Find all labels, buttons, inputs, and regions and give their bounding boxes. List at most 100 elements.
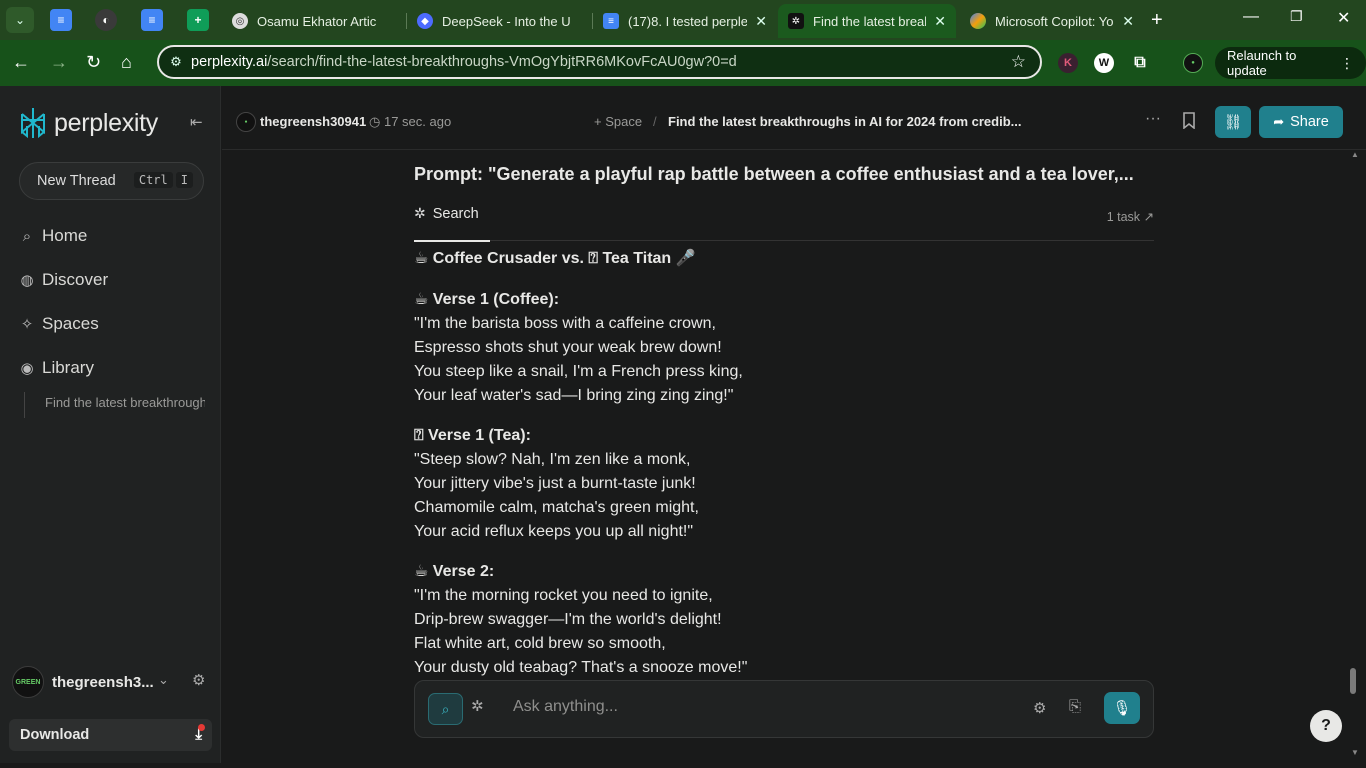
share-arrow-icon: ➦ (1273, 114, 1285, 129)
tab-search[interactable]: ✲ Search (414, 205, 479, 222)
close-tab-icon[interactable]: ✕ (1122, 13, 1134, 30)
perplexity-logo-icon (21, 108, 45, 139)
verse-line: Espresso shots shut your weak brew down! (414, 339, 722, 356)
gear-icon[interactable]: ⚙ (192, 671, 205, 689)
tab-favicon-icon: ◎ (232, 13, 248, 29)
browser-tab-active[interactable]: ✲ Find the latest breakt ✕ (778, 4, 956, 38)
sidebar-item-discover[interactable]: ◍ Discover (18, 270, 108, 290)
close-window-button[interactable]: ✕ (1337, 8, 1350, 28)
reasoning-mode-icon[interactable]: ✲ (471, 697, 484, 715)
answer-tabs: ✲ Search 1 task ↗ (414, 203, 1154, 242)
docs-pinned-tab-icon[interactable]: ≡ (50, 9, 72, 31)
add-to-space-button[interactable]: + Space (594, 114, 642, 129)
answer-heading: ☕ Coffee Crusader vs. ⍰ Tea Titan 🎤 (414, 250, 696, 267)
user-menu[interactable]: GREEN thegreensh3... ⌄ ⚙ (12, 664, 212, 700)
library-thread-link[interactable]: Find the latest breakthroughs in AI for … (45, 395, 205, 410)
url-host: perplexity.ai (191, 54, 268, 70)
sidebar-username: thegreensh3... (52, 673, 154, 691)
collapse-sidebar-icon[interactable]: ⇤ (190, 113, 203, 131)
perplexity-logo[interactable]: perplexity (18, 106, 158, 140)
browser-tab[interactable]: ◆ DeepSeek - Into the U (407, 4, 591, 38)
restore-window-button[interactable]: ❐ (1290, 8, 1303, 25)
verse-line: Your dusty old teabag? That's a snooze m… (414, 659, 748, 676)
library-icon: ◉ (20, 360, 34, 377)
globe-pinned-tab-icon[interactable]: ◐ (95, 9, 117, 31)
verse-line: Your acid reflux keeps you up all night!… (414, 523, 694, 540)
scrollbar-thumb[interactable] (1350, 668, 1356, 694)
browser-tab[interactable]: Microsoft Copilot: Yo ✕ (960, 4, 1144, 38)
active-tab-indicator (414, 240, 490, 242)
docs-pinned-tab-icon-2[interactable]: ≡ (141, 9, 163, 31)
profile-avatar[interactable]: ● (1183, 53, 1203, 73)
new-tab-button[interactable]: + (1151, 9, 1163, 32)
verse-line: Chamomile calm, matcha's green might, (414, 499, 699, 516)
tab-search-button[interactable]: ⌄ (6, 7, 34, 33)
reload-icon[interactable]: ↻ (86, 52, 101, 73)
ask-box: ⌕ ✲ ⚙ ⎘ 🎙 (414, 680, 1154, 738)
relaunch-to-update-button[interactable]: Relaunch to update ⋮ (1215, 47, 1366, 79)
close-tab-icon[interactable]: ✕ (934, 13, 946, 30)
attach-paperclip-icon[interactable]: ⎘ (1069, 698, 1081, 715)
sidebar-item-spaces[interactable]: ✧ Spaces (18, 314, 99, 334)
browser-tab[interactable]: ≡ (17)8. I tested perplex ✕ (593, 4, 777, 38)
microphone-icon: 🎙 (1112, 700, 1132, 717)
help-button[interactable]: ? (1310, 710, 1342, 742)
bookmark-star-icon[interactable]: ☆ (1011, 52, 1026, 72)
thread-author: thegreensh30941 (260, 114, 367, 129)
avatar: GREEN (12, 666, 44, 698)
spaces-icon: ✧ (20, 316, 34, 333)
verse-block: ☕ Verse 2: "I'm the morning rocket you n… (414, 560, 1154, 680)
close-tab-icon[interactable]: ✕ (755, 13, 767, 30)
browser-tab[interactable]: ◎ Osamu Ekhator Artic (222, 4, 406, 38)
query-title: Prompt: "Generate a playful rap battle b… (414, 164, 1134, 184)
logo-wordmark: perplexity (54, 108, 158, 137)
download-button[interactable]: Download ⤓ (9, 719, 212, 751)
search-icon: ⌕ (441, 700, 450, 717)
minimize-window-button[interactable]: — (1243, 8, 1259, 26)
back-arrow-icon[interactable]: ← (12, 52, 30, 73)
verse-title: ☕ Verse 1 (Coffee): (414, 291, 560, 308)
answer-body: ☕ Coffee Crusader vs. ⍰ Tea Titan 🎤 ☕ Ve… (414, 248, 1154, 680)
browser-toolbar: ← → ↻ ⌂ ⚙ perplexity.ai/search/find-the-… (0, 40, 1366, 86)
task-count-link[interactable]: 1 task ↗ (1107, 209, 1154, 224)
extensions-puzzle-icon[interactable]: ⧉ (1130, 53, 1150, 73)
copy-link-button[interactable]: ⛓ (1215, 106, 1251, 138)
chevron-down-icon[interactable]: ⌄ (158, 672, 169, 688)
verse-line: Flat white art, cold brew so smooth, (414, 635, 666, 652)
search-icon: ⌕ (22, 227, 32, 245)
copilot-favicon-icon (970, 13, 986, 29)
browser-menu-icon[interactable]: ⋮ (1340, 55, 1354, 72)
verse-line: "I'm the barista boss with a caffeine cr… (414, 315, 716, 332)
ask-input[interactable] (513, 698, 993, 716)
site-info-icon[interactable]: ⚙ (161, 54, 191, 70)
forward-arrow-icon[interactable]: → (50, 52, 68, 73)
address-bar[interactable]: ⚙ perplexity.ai/search/find-the-latest-b… (157, 45, 1042, 79)
model-chip-icon[interactable]: ⚙ (1033, 699, 1046, 717)
scroll-up-arrow-icon[interactable]: ▲ (1351, 150, 1359, 159)
share-button[interactable]: ➦ Share (1259, 106, 1343, 138)
sheets-pinned-tab-icon[interactable]: + (187, 9, 209, 31)
extension-k-icon[interactable]: K (1058, 53, 1078, 73)
home-icon[interactable]: ⌂ (121, 52, 132, 73)
verse-title: ☕ Verse 2: (414, 563, 495, 580)
sidebar-item-home[interactable]: ⌕ Home (18, 226, 88, 246)
thread-title: Find the latest breakthroughs in AI for … (668, 114, 1022, 129)
notification-dot (198, 724, 205, 731)
scroll-down-arrow-icon[interactable]: ▼ (1351, 748, 1359, 757)
more-options-icon[interactable]: ··· (1145, 110, 1161, 128)
new-thread-button[interactable]: New Thread Ctrl I (19, 162, 204, 200)
bookmark-icon[interactable] (1182, 112, 1196, 129)
verse-block: ⍰ Verse 1 (Tea): "Steep slow? Nah, I'm z… (414, 424, 1154, 544)
verse-title: ⍰ Verse 1 (Tea): (414, 427, 531, 444)
sidebar-item-library[interactable]: ◉ Library (18, 358, 94, 378)
breadcrumb-separator: / (653, 114, 657, 129)
url-path: /search/find-the-latest-breakthroughs-Vm… (267, 54, 737, 70)
voice-mode-button[interactable]: 🎙 (1104, 692, 1140, 724)
docs-favicon-icon: ≡ (603, 13, 619, 29)
link-icon: ⛓ (1223, 114, 1243, 131)
verse-line: Your leaf water's sad—I bring zing zing … (414, 387, 734, 404)
extension-w-icon[interactable]: W (1094, 53, 1114, 73)
thread-content: Prompt: "Generate a playful rap battle b… (222, 150, 1352, 768)
search-mode-button[interactable]: ⌕ (428, 693, 463, 725)
clock-icon: ◷ (369, 114, 384, 129)
